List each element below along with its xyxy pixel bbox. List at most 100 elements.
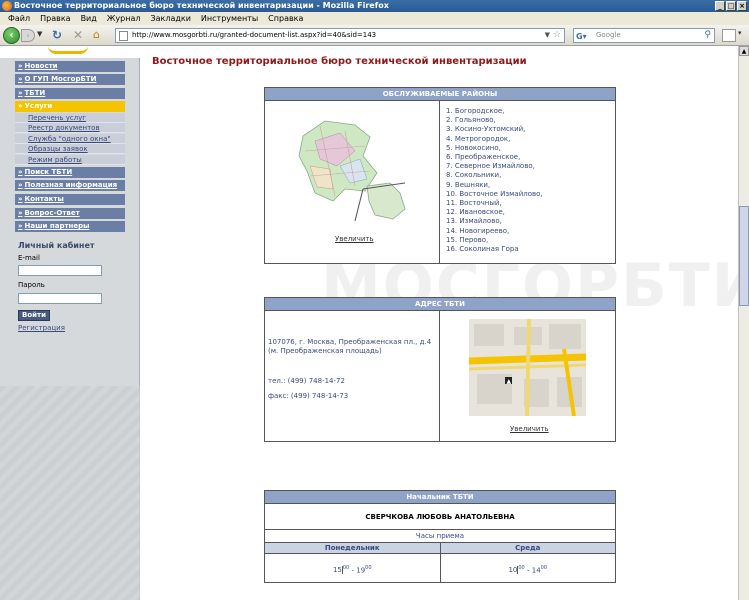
menu-view[interactable]: Вид bbox=[76, 12, 102, 25]
address-line1: 107076, г. Москва, Преображенская пл., д… bbox=[268, 338, 432, 346]
menu-help[interactable]: Справка bbox=[263, 12, 308, 25]
districts-box: ОБСЛУЖИВАЕМЫЕ РАЙОНЫ Увеличить 1. Богоро… bbox=[264, 87, 616, 264]
menu-tools[interactable]: Инструменты bbox=[196, 12, 263, 25]
list-item: 10. Восточное Измайлово, bbox=[446, 189, 543, 198]
districts-list-cell: 1. Богородское, 2. Гольяново, 3. Косино-… bbox=[440, 101, 615, 263]
address-fax: факс: (499) 748-14-73 bbox=[268, 392, 349, 400]
password-field[interactable] bbox=[18, 293, 102, 304]
sidebar-item-search-tbti[interactable]: » Поиск ТБТИ bbox=[15, 167, 125, 178]
logo-strip bbox=[0, 46, 140, 58]
window-titlebar: Восточное территориальное бюро техническ… bbox=[0, 0, 749, 12]
search-input[interactable]: G▾ Google ⚲ bbox=[573, 28, 715, 43]
list-item: 6. Преображенское, bbox=[446, 153, 521, 162]
close-button[interactable]: × bbox=[737, 1, 747, 11]
districts-map-image[interactable] bbox=[295, 111, 415, 226]
list-item: 8. Сокольники, bbox=[446, 171, 502, 180]
url-dropdown-icon[interactable]: ▼ bbox=[545, 29, 550, 42]
list-item: 7. Северное Измайлово, bbox=[446, 162, 535, 171]
sidebar-item-services[interactable]: » Услуги bbox=[15, 101, 125, 112]
page-icon bbox=[119, 31, 128, 41]
url-text: http://www.mosgorbti.ru/granted-document… bbox=[132, 31, 377, 39]
stop-icon[interactable]: ✕ bbox=[73, 28, 83, 42]
address-map-enlarge-link[interactable]: Увеличить bbox=[510, 425, 549, 433]
districts-map-cell: Увеличить bbox=[265, 101, 440, 263]
districts-list: 1. Богородское, 2. Гольяново, 3. Косино-… bbox=[440, 101, 615, 254]
sidebar-item-faq[interactable]: » Вопрос-Ответ bbox=[15, 208, 125, 219]
address-box: АДРЕС ТБТИ 107076, г. Москва, Преображен… bbox=[264, 297, 616, 442]
day-monday: Понедельник bbox=[265, 543, 441, 553]
reception-times-row: 1500 - 1900 1000 - 1400 bbox=[265, 554, 615, 582]
submenu-working-hours[interactable]: Режим работы bbox=[15, 155, 125, 165]
addon-icon[interactable] bbox=[722, 29, 736, 42]
home-icon[interactable]: ⌂ bbox=[93, 28, 100, 41]
address-phone: тел.: (499) 748-14-72 bbox=[268, 377, 345, 385]
google-icon[interactable]: G▾ bbox=[576, 30, 587, 43]
chief-header: Начальник ТБТИ bbox=[265, 491, 615, 504]
window-controls: _ □ × bbox=[715, 1, 747, 11]
sidebar-item-news[interactable]: » Новости bbox=[15, 61, 125, 72]
vertical-scrollbar[interactable]: ▲ bbox=[738, 46, 749, 600]
search-icon[interactable]: ⚲ bbox=[704, 29, 711, 42]
page-viewport: » Новости » О ГУП МосгорБТИ » ТБТИ » Услуги … bbox=[0, 46, 738, 600]
reload-icon[interactable]: ↻ bbox=[52, 28, 62, 42]
minimize-button[interactable]: _ bbox=[715, 1, 725, 11]
menubar: Файл Правка Вид Журнал Закладки Инструме… bbox=[0, 12, 749, 25]
submenu-services-list[interactable]: Перечень услуг bbox=[15, 113, 125, 123]
list-item: 9. Вешняки, bbox=[446, 180, 491, 189]
sidebar-item-partners[interactable]: » Наши партнеры bbox=[15, 221, 125, 232]
login-button[interactable]: Войти bbox=[18, 310, 50, 321]
time-wednesday: 1000 - 1400 bbox=[508, 565, 548, 575]
districts-header: ОБСЛУЖИВАЕМЫЕ РАЙОНЫ bbox=[265, 88, 615, 101]
list-item: 14. Новогиреево, bbox=[446, 226, 510, 235]
scroll-up-icon[interactable]: ▲ bbox=[739, 46, 749, 56]
window-title: Восточное территориальное бюро техническ… bbox=[14, 1, 389, 10]
menu-edit[interactable]: Правка bbox=[35, 12, 75, 25]
bookmark-star-icon[interactable]: ☆ bbox=[553, 29, 561, 42]
svg-text:▲: ▲ bbox=[507, 378, 512, 385]
reception-days-row: Понедельник Среда bbox=[265, 543, 615, 554]
url-bar[interactable]: http://www.mosgorbti.ru/granted-document… bbox=[115, 28, 565, 43]
address-header: АДРЕС ТБТИ bbox=[265, 298, 615, 311]
list-item: 5. Новокосино, bbox=[446, 143, 501, 152]
history-dropdown-icon[interactable]: ▼ bbox=[37, 30, 42, 38]
register-link[interactable]: Регистрация bbox=[18, 324, 65, 332]
submenu-document-registry[interactable]: Реестр документов bbox=[15, 123, 125, 133]
left-sidebar: » Новости » О ГУП МосгорБТИ » ТБТИ » Услуги … bbox=[0, 46, 140, 600]
list-item: 16. Соколиная Гора bbox=[446, 245, 519, 254]
sidebar-item-useful-info[interactable]: » Полезная информация bbox=[15, 180, 125, 191]
address-map-cell: ▲ Увеличить bbox=[440, 311, 615, 441]
sidebar-background-pattern bbox=[0, 386, 140, 600]
sidebar-item-about[interactable]: » О ГУП МосгорБТИ bbox=[15, 74, 125, 85]
password-label: Пароль bbox=[18, 281, 45, 289]
submenu-sample-forms[interactable]: Образцы заявок bbox=[15, 144, 125, 154]
chief-name: СВЕРЧКОВА ЛЮБОВЬ АНАТОЛЬЕВНА bbox=[265, 504, 615, 530]
time-monday: 1500 - 1900 bbox=[265, 554, 441, 582]
list-item: 12. Ивановское, bbox=[446, 208, 505, 217]
address-map-image[interactable]: ▲ bbox=[469, 319, 586, 416]
menu-bookmarks[interactable]: Закладки bbox=[145, 12, 195, 25]
districts-enlarge-link[interactable]: Увеличить bbox=[335, 235, 374, 243]
list-item: 3. Косино-Ухтомский, bbox=[446, 125, 526, 134]
search-placeholder: Google bbox=[596, 31, 621, 39]
firefox-icon bbox=[2, 1, 12, 11]
back-button[interactable]: ‹ bbox=[3, 27, 20, 44]
navigation-toolbar: ‹ › ▼ ↻ ✕ ⌂ http://www.mosgorbti.ru/gran… bbox=[0, 25, 749, 46]
sidebar-item-tbti[interactable]: » ТБТИ bbox=[15, 88, 125, 99]
submenu-one-window[interactable]: Служба "одного окна" bbox=[15, 134, 125, 144]
list-item: 13. Измайлово, bbox=[446, 217, 502, 226]
maximize-button[interactable]: □ bbox=[726, 1, 736, 11]
chief-box: Начальник ТБТИ СВЕРЧКОВА ЛЮБОВЬ АНАТОЛЬЕ… bbox=[264, 490, 616, 583]
scroll-thumb[interactable] bbox=[739, 206, 749, 306]
menu-history[interactable]: Журнал bbox=[102, 12, 146, 25]
email-field[interactable] bbox=[18, 265, 102, 276]
address-text-cell: 107076, г. Москва, Преображенская пл., д… bbox=[265, 311, 440, 441]
email-label: E-mail bbox=[18, 254, 40, 262]
menu-file[interactable]: Файл bbox=[3, 12, 35, 25]
sidebar-item-contacts[interactable]: » Контакты bbox=[15, 194, 125, 205]
page-title: Восточное территориальное бюро техническ… bbox=[152, 56, 527, 67]
addon-dropdown-icon[interactable]: ▾ bbox=[738, 29, 742, 37]
cabinet-title: Личный кабинет bbox=[18, 241, 95, 250]
day-wednesday: Среда bbox=[515, 544, 541, 552]
forward-button[interactable]: › bbox=[21, 29, 35, 42]
logo-swoosh-icon bbox=[48, 46, 88, 54]
